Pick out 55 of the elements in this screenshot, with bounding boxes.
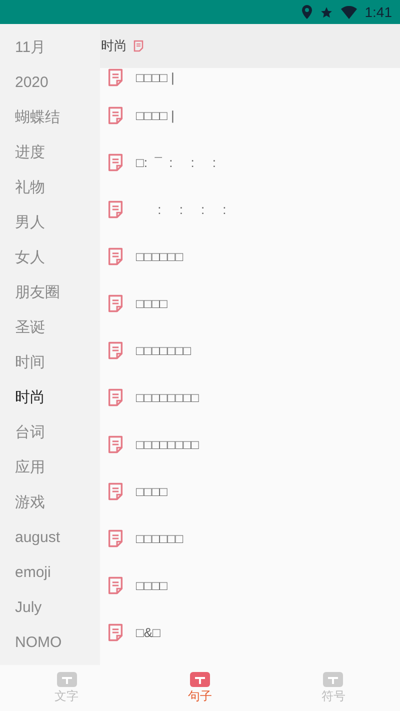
sentence-text[interactable]: □□□□ | xyxy=(136,106,174,126)
category-item[interactable]: august xyxy=(0,521,100,556)
note-icon xyxy=(107,294,124,313)
location-icon xyxy=(302,5,312,19)
note-icon xyxy=(107,200,124,219)
tab-icon xyxy=(323,672,344,686)
wifi-icon xyxy=(340,6,357,18)
clock: 1:41 xyxy=(364,2,392,22)
note-icon xyxy=(107,435,124,454)
sentence-text[interactable]: □□□□ | xyxy=(136,68,174,88)
sentence-text[interactable]: □□□□□□ xyxy=(136,528,184,548)
category-item[interactable]: 2020 xyxy=(0,66,100,101)
nav-tab[interactable]: 符号 xyxy=(266,665,400,711)
note-icon xyxy=(107,68,124,87)
star-icon xyxy=(320,6,333,18)
note-icon xyxy=(133,40,144,52)
note-icon xyxy=(107,623,124,642)
category-item[interactable]: emoji xyxy=(0,556,100,591)
sentence-text[interactable]: □□□□□□□ xyxy=(136,340,191,360)
sentence-text[interactable]: □□□□□□□□ xyxy=(136,434,199,454)
note-icon xyxy=(107,529,124,548)
category-item[interactable]: 朋友圈 xyxy=(0,276,100,311)
sentence-text[interactable]: : : : : xyxy=(136,200,226,220)
sentence-text[interactable]: □□□□ xyxy=(136,482,168,502)
tab-icon xyxy=(56,672,77,686)
note-icon xyxy=(107,482,124,501)
note-icon xyxy=(107,106,124,125)
nav-tab[interactable]: 文字 xyxy=(0,665,134,711)
category-item[interactable]: 蝴蝶结 xyxy=(0,101,100,136)
category-item[interactable]: 进度 xyxy=(0,136,100,171)
category-item[interactable]: 礼物 xyxy=(0,171,100,206)
sentence-text[interactable]: □□□□ xyxy=(136,576,168,596)
category-item[interactable]: 应用 xyxy=(0,451,100,486)
category-item[interactable]: 游戏 xyxy=(0,486,100,521)
category-title: 时尚 xyxy=(101,37,127,56)
sentence-text[interactable]: □□□□□□ xyxy=(136,246,184,266)
category-item[interactable]: 女人 xyxy=(0,241,100,276)
sentence-text[interactable]: □□□□ xyxy=(136,294,168,314)
category-item[interactable]: NOMO xyxy=(0,626,100,661)
category-item[interactable]: 台词 xyxy=(0,416,100,451)
note-icon xyxy=(107,153,124,172)
category-item[interactable]: 男人 xyxy=(0,206,100,241)
nav-tab[interactable]: 句子 xyxy=(133,665,267,711)
note-icon xyxy=(107,247,124,266)
sentence-text[interactable]: □&□ xyxy=(136,622,160,642)
note-icon xyxy=(107,576,124,595)
sentence-text[interactable]: □: ¯ : : : xyxy=(136,152,216,172)
category-item[interactable]: 11月 xyxy=(0,31,100,66)
category-item[interactable]: 圣诞 xyxy=(0,311,100,346)
category-item[interactable]: 时间 xyxy=(0,346,100,381)
note-icon xyxy=(107,388,124,407)
sentence-text[interactable]: □□□□□□□□ xyxy=(136,388,199,408)
note-icon xyxy=(107,341,124,360)
category-item[interactable]: July xyxy=(0,591,100,626)
tab-icon xyxy=(190,672,210,686)
